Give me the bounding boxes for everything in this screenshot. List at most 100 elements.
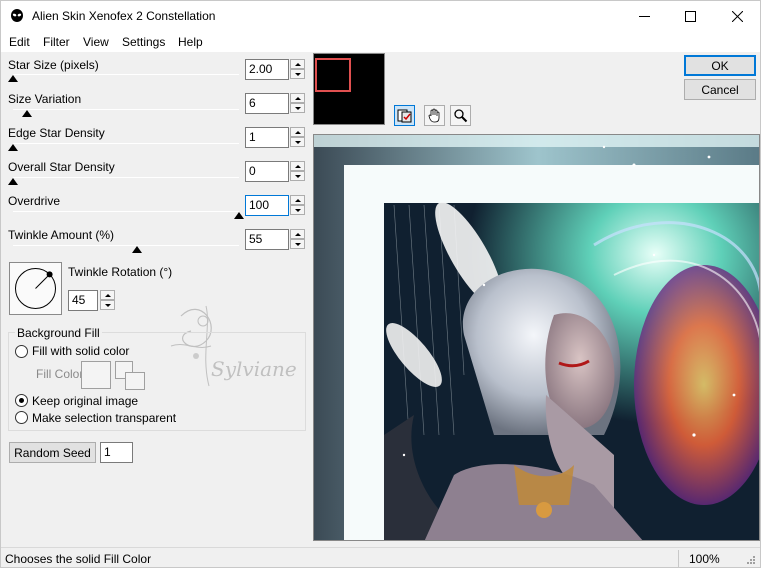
edge-star-density-label: Edge Star Density xyxy=(8,126,105,140)
spin-up-button[interactable] xyxy=(290,93,305,103)
menu-filter[interactable]: Filter xyxy=(43,35,70,49)
maximize-button[interactable] xyxy=(667,1,713,32)
random-seed-button[interactable]: Random Seed xyxy=(9,442,96,463)
preview-toggle-button[interactable] xyxy=(394,105,415,126)
zoom-tool-button[interactable] xyxy=(450,105,471,126)
fill-color-label: Fill Color xyxy=(36,367,84,381)
twinkle-amount-label: Twinkle Amount (%) xyxy=(8,228,115,242)
menu-settings[interactable]: Settings xyxy=(122,35,165,49)
minimize-button[interactable] xyxy=(621,1,667,32)
star-size-label: Star Size (pixels) xyxy=(8,58,99,72)
spin-up-button[interactable] xyxy=(290,229,305,239)
keep-original-image-label[interactable]: Keep original image xyxy=(32,394,138,408)
twinkle-amount-input[interactable]: 55 xyxy=(245,229,289,250)
background-fill-title: Background Fill xyxy=(15,326,102,340)
star-size-input[interactable]: 2.00 xyxy=(245,59,289,80)
resize-grip-icon[interactable] xyxy=(746,555,756,565)
twinkle-rotation-spinner[interactable] xyxy=(100,290,115,311)
arrow-up-icon xyxy=(294,232,301,236)
twinkle-amount-slider[interactable] xyxy=(13,245,239,246)
arrow-down-icon xyxy=(294,106,301,110)
overall-star-density-slider[interactable] xyxy=(13,177,239,178)
twinkle-rotation-dial[interactable] xyxy=(9,262,62,315)
make-selection-transparent-radio[interactable] xyxy=(15,411,28,424)
hand-tool-button[interactable] xyxy=(424,105,445,126)
spin-up-button[interactable] xyxy=(290,195,305,205)
menu-help[interactable]: Help xyxy=(178,35,203,49)
spin-down-button[interactable] xyxy=(100,300,115,310)
ok-button[interactable]: OK xyxy=(684,55,756,76)
random-seed-input[interactable]: 1 xyxy=(100,442,133,463)
spin-down-button[interactable] xyxy=(290,171,305,181)
overdrive-slider[interactable] xyxy=(13,211,239,212)
fill-color-swatch[interactable] xyxy=(81,361,111,389)
twinkle-amount-spinner[interactable] xyxy=(290,229,305,250)
size-variation-slider[interactable] xyxy=(13,109,239,110)
hand-icon xyxy=(428,108,440,123)
overdrive-spinner[interactable] xyxy=(290,195,305,216)
arrow-up-icon xyxy=(294,198,301,202)
close-icon xyxy=(731,11,743,22)
title-bar: Alien Skin Xenofex 2 Constellation xyxy=(1,1,760,32)
overall-star-density-input[interactable]: 0 xyxy=(245,161,289,182)
star-size-slider-thumb[interactable] xyxy=(8,75,18,82)
menu-edit[interactable]: Edit xyxy=(9,35,30,49)
arrow-down-icon xyxy=(294,72,301,76)
constellation-dialog: Alien Skin Xenofex 2 Constellation Edit … xyxy=(0,0,761,568)
edge-star-density-slider[interactable] xyxy=(13,143,239,144)
arrow-up-icon xyxy=(294,130,301,134)
spin-down-button[interactable] xyxy=(290,69,305,79)
rotation-dial-icon xyxy=(15,268,56,309)
spin-up-button[interactable] xyxy=(290,161,305,171)
spin-down-button[interactable] xyxy=(290,239,305,249)
arrow-down-icon xyxy=(294,174,301,178)
star-size-spinner[interactable] xyxy=(290,59,305,80)
make-selection-transparent-label[interactable]: Make selection transparent xyxy=(32,411,176,425)
overall-star-density-slider-thumb[interactable] xyxy=(8,178,18,185)
maximize-icon xyxy=(684,11,696,22)
minimize-icon xyxy=(638,16,650,17)
status-separator xyxy=(678,550,679,567)
spin-up-button[interactable] xyxy=(290,127,305,137)
overdrive-label: Overdrive xyxy=(8,194,61,208)
star-size-slider[interactable] xyxy=(13,74,239,75)
arrow-down-icon xyxy=(104,303,111,307)
arrow-up-icon xyxy=(294,96,301,100)
cancel-button[interactable]: Cancel xyxy=(684,79,756,100)
menu-view[interactable]: View xyxy=(83,35,109,49)
menu-bar: Edit Filter View Settings Help xyxy=(1,32,760,52)
status-bar: Chooses the solid Fill Color 100% xyxy=(1,547,760,567)
spin-down-button[interactable] xyxy=(290,205,305,215)
fill-solid-color-label[interactable]: Fill with solid color xyxy=(32,344,129,358)
tertiary-color-swatch[interactable] xyxy=(125,372,145,390)
window-title: Alien Skin Xenofex 2 Constellation xyxy=(32,9,216,23)
arrow-up-icon xyxy=(294,164,301,168)
zoom-level: 100% xyxy=(689,552,720,566)
preview-image xyxy=(314,135,759,540)
edge-star-density-slider-thumb[interactable] xyxy=(8,144,18,151)
spin-down-button[interactable] xyxy=(290,137,305,147)
spin-up-button[interactable] xyxy=(290,59,305,69)
size-variation-spinner[interactable] xyxy=(290,93,305,114)
overall-star-density-spinner[interactable] xyxy=(290,161,305,182)
edge-star-density-spinner[interactable] xyxy=(290,127,305,148)
overdrive-input[interactable]: 100 xyxy=(245,195,289,216)
twinkle-rotation-label: Twinkle Rotation (°) xyxy=(68,265,173,279)
preview-canvas[interactable] xyxy=(313,134,760,541)
twinkle-rotation-input[interactable]: 45 xyxy=(68,290,98,311)
spin-up-button[interactable] xyxy=(100,290,115,300)
spin-down-button[interactable] xyxy=(290,103,305,113)
magnifier-icon xyxy=(454,109,468,123)
size-variation-slider-thumb[interactable] xyxy=(21,110,32,117)
navigator-viewport-rect[interactable] xyxy=(315,58,351,92)
fill-solid-color-radio[interactable] xyxy=(15,345,28,358)
navigator-thumbnail[interactable] xyxy=(313,53,385,125)
arrow-down-icon xyxy=(294,208,301,212)
edge-star-density-input[interactable]: 1 xyxy=(245,127,289,148)
close-button[interactable] xyxy=(714,1,760,32)
keep-original-image-radio[interactable] xyxy=(15,394,28,407)
twinkle-amount-slider-thumb[interactable] xyxy=(132,246,143,253)
overdrive-slider-thumb[interactable] xyxy=(234,212,244,219)
size-variation-input[interactable]: 6 xyxy=(245,93,289,114)
arrow-up-icon xyxy=(104,293,111,297)
